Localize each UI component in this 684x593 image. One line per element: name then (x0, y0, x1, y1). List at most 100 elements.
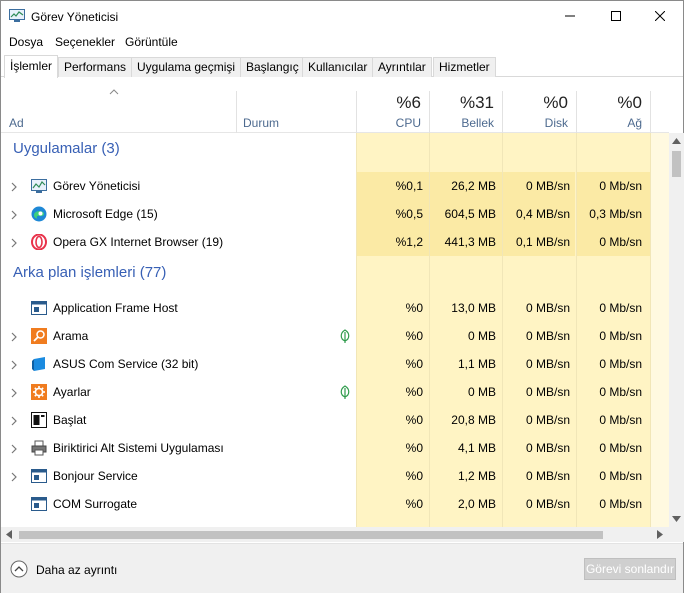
minimize-icon (565, 15, 575, 17)
tab-performance[interactable]: Performans (58, 57, 133, 77)
tab-details[interactable]: Ayrıntılar (372, 57, 432, 77)
disk-value: 0 MB/sn (525, 385, 570, 399)
disk-value: 0 MB/sn (525, 441, 570, 455)
menu-options[interactable]: Seçenekler (55, 35, 115, 49)
asus-icon (31, 356, 47, 372)
chevron-right-icon[interactable] (10, 415, 18, 426)
process-row[interactable]: Biriktirici Alt Sistemi Uygulaması %0 4,1 … (1, 434, 669, 462)
tab-services[interactable]: Hizmetler (433, 57, 496, 77)
memory-total: %31 (459, 93, 494, 112)
end-task-button[interactable]: Görevi sonlandır (584, 558, 676, 580)
group-title: Uygulamalar (3) (13, 140, 120, 157)
suspended-leaf-icon (339, 329, 351, 343)
memory-value: 26,2 MB (451, 179, 496, 193)
group-header[interactable]: Arka plan işlemleri (77) (1, 257, 669, 287)
disk-value: 0 MB/sn (525, 357, 570, 371)
menu-view[interactable]: Görüntüle (125, 35, 178, 49)
task-manager-window: Görev Yöneticisi Dosya Seçenekler Görünt… (0, 0, 684, 593)
chevron-right-icon[interactable] (10, 387, 18, 398)
footer: Daha az ayrıntı Görevi sonlandır (1, 543, 683, 593)
scroll-down-icon[interactable] (672, 516, 681, 522)
chevron-up-circle-icon[interactable] (10, 560, 28, 578)
memory-value: 604,5 MB (444, 207, 496, 221)
network-value: 0 Mb/sn (599, 235, 642, 249)
tab-users[interactable]: Kullanıcılar (302, 57, 374, 77)
column-name[interactable]: Ad (1, 79, 236, 133)
disk-total: %0 (543, 93, 568, 112)
column-cpu[interactable]: %6 CPU (357, 79, 429, 133)
scroll-up-icon[interactable] (672, 138, 681, 144)
process-name: Bonjour Service (53, 469, 138, 483)
column-memory[interactable]: %31 Bellek (430, 79, 502, 133)
process-name: Arama (53, 329, 89, 343)
column-separator[interactable] (650, 91, 651, 133)
memory-value: 4,1 MB (457, 441, 496, 455)
process-row[interactable]: Görev Yöneticisi %0,1 26,2 MB 0 MB/sn 0 Mb/s… (1, 172, 669, 200)
chevron-right-icon[interactable] (10, 181, 18, 192)
tab-startup[interactable]: Başlangıç (240, 57, 305, 77)
network-value: 0 Mb/sn (599, 329, 642, 343)
close-icon (655, 11, 665, 21)
process-row[interactable]: ASUS Com Service (32 bit) %0 1,1 MB 0 MB/sn… (1, 350, 669, 378)
fewer-details-link[interactable]: Daha az ayrıntı (36, 563, 117, 577)
network-value: 0 Mb/sn (599, 385, 642, 399)
cpu-value: %0 (405, 469, 423, 483)
process-row[interactable]: Ayarlar %0 0 MB 0 MB/sn 0 Mb/sn (1, 378, 669, 406)
maximize-icon (611, 11, 621, 21)
process-row[interactable]: Bonjour Service %0 1,2 MB 0 MB/sn 0 Mb/sn (1, 462, 669, 490)
tab-app-history[interactable]: Uygulama geçmişi (131, 57, 242, 77)
chevron-right-icon[interactable] (10, 443, 18, 454)
network-value: 0 Mb/sn (599, 497, 642, 511)
disk-value: 0 MB/sn (525, 329, 570, 343)
cpu-value: %0,1 (395, 179, 423, 193)
process-row[interactable]: Arama %0 0 MB 0 MB/sn 0 Mb/sn (1, 322, 669, 350)
process-row[interactable]: Opera GX Internet Browser (19) %1,2 441,3 … (1, 228, 669, 256)
close-button[interactable] (637, 1, 683, 31)
window-icon (31, 496, 47, 512)
chevron-right-icon[interactable] (10, 209, 18, 220)
edge-icon (31, 206, 47, 222)
menu-file[interactable]: Dosya (9, 35, 43, 49)
scroll-right-icon[interactable] (657, 530, 663, 539)
chevron-right-icon[interactable] (10, 359, 18, 370)
process-name: Ayarlar (53, 385, 91, 399)
process-name: Opera GX Internet Browser (19) (53, 235, 224, 249)
suspended-leaf-icon (339, 385, 351, 399)
cpu-value: %0,5 (395, 207, 423, 221)
chevron-right-icon[interactable] (10, 331, 18, 342)
menu-bar: Dosya Seçenekler Görüntüle (1, 33, 683, 51)
column-network[interactable]: %0 Ağ (577, 79, 650, 133)
vertical-scroll-thumb[interactable] (672, 151, 681, 177)
process-row[interactable]: COM Surrogate %0 2,0 MB 0 MB/sn 0 Mb/sn (1, 490, 669, 518)
scroll-corner (669, 527, 684, 542)
process-name: Microsoft Edge (15) (53, 207, 158, 221)
scroll-left-icon[interactable] (6, 530, 12, 539)
window-title: Görev Yöneticisi (31, 10, 119, 24)
tab-processes[interactable]: İşlemler (4, 55, 59, 78)
column-disk[interactable]: %0 Disk (503, 79, 576, 133)
group-title: Arka plan işlemleri (77) (13, 264, 167, 281)
memory-value: 0 MB (467, 329, 496, 343)
process-row[interactable]: Application Frame Host %0 13,0 MB 0 MB/sn 0 … (1, 294, 669, 322)
group-header[interactable]: Uygulamalar (3) (1, 133, 669, 163)
network-total: %0 (617, 93, 642, 112)
chevron-right-icon[interactable] (10, 237, 18, 248)
process-list: Uygulamalar (3) Görev Yöneticisi %0,1 26,2 … (1, 133, 669, 527)
minimize-button[interactable] (547, 1, 593, 31)
memory-value: 0 MB (467, 385, 496, 399)
process-name: COM Surrogate (53, 497, 138, 511)
network-value: 0 Mb/sn (599, 413, 642, 427)
disk-value: 0 MB/sn (525, 497, 570, 511)
network-value: 0 Mb/sn (599, 441, 642, 455)
process-row[interactable]: Microsoft Edge (15) %0,5 604,5 MB 0,4 MB/sn… (1, 200, 669, 228)
vertical-scrollbar[interactable] (669, 133, 684, 527)
horizontal-scrollbar[interactable] (1, 527, 669, 542)
window-icon (31, 300, 47, 316)
column-status[interactable]: Durum (237, 79, 356, 133)
horizontal-scroll-thumb[interactable] (19, 531, 603, 539)
cpu-total: %6 (396, 93, 421, 112)
chevron-right-icon[interactable] (10, 471, 18, 482)
maximize-button[interactable] (593, 1, 639, 31)
cpu-value: %1,2 (395, 235, 423, 249)
process-row[interactable]: Başlat %0 20,8 MB 0 MB/sn 0 Mb/sn (1, 406, 669, 434)
